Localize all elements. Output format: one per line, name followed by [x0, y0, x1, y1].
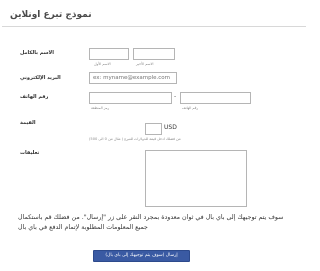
submit-button[interactable]: إرسال (سوف يتم توجيهك إلى باي بال) — [93, 250, 190, 262]
email-label: البريد الإلكتروني — [20, 75, 61, 81]
first-name-input[interactable] — [89, 48, 129, 60]
first-name-sublabel: الاسم الأول — [94, 62, 111, 66]
comments-textarea[interactable] — [145, 150, 247, 207]
amount-label: القيمة — [20, 120, 36, 126]
email-input[interactable] — [89, 72, 177, 84]
amount-hint: من فضلك ادخل قيمة للدولارات للتبرع ( مثا… — [89, 137, 181, 141]
phone-separator: - — [174, 93, 177, 100]
form-title: نموذج تبرع اونلاين — [10, 10, 92, 20]
phone-number-sublabel: رقم الهاتف — [182, 106, 199, 110]
phone-number-input[interactable] — [180, 92, 251, 104]
paypal-notice: سوف يتم توجيهك إلى باي بال في ثوان معدود… — [18, 214, 284, 231]
currency-label: USD — [164, 124, 177, 131]
title-divider — [2, 26, 306, 27]
name-label: الاسم بالكامل — [20, 50, 54, 56]
phone-area-sublabel: رمز المنطقة — [91, 106, 110, 110]
comments-label: تعليقات — [20, 150, 40, 156]
amount-input[interactable] — [145, 123, 162, 135]
donation-form: نموذج تبرع اونلاين الاسم بالكامل الاسم ا… — [0, 0, 310, 271]
phone-label: رقم الهاتف — [20, 94, 49, 100]
last-name-input[interactable] — [133, 48, 175, 60]
phone-area-input[interactable] — [89, 92, 172, 104]
last-name-sublabel: الاسم الأخير — [136, 62, 154, 66]
